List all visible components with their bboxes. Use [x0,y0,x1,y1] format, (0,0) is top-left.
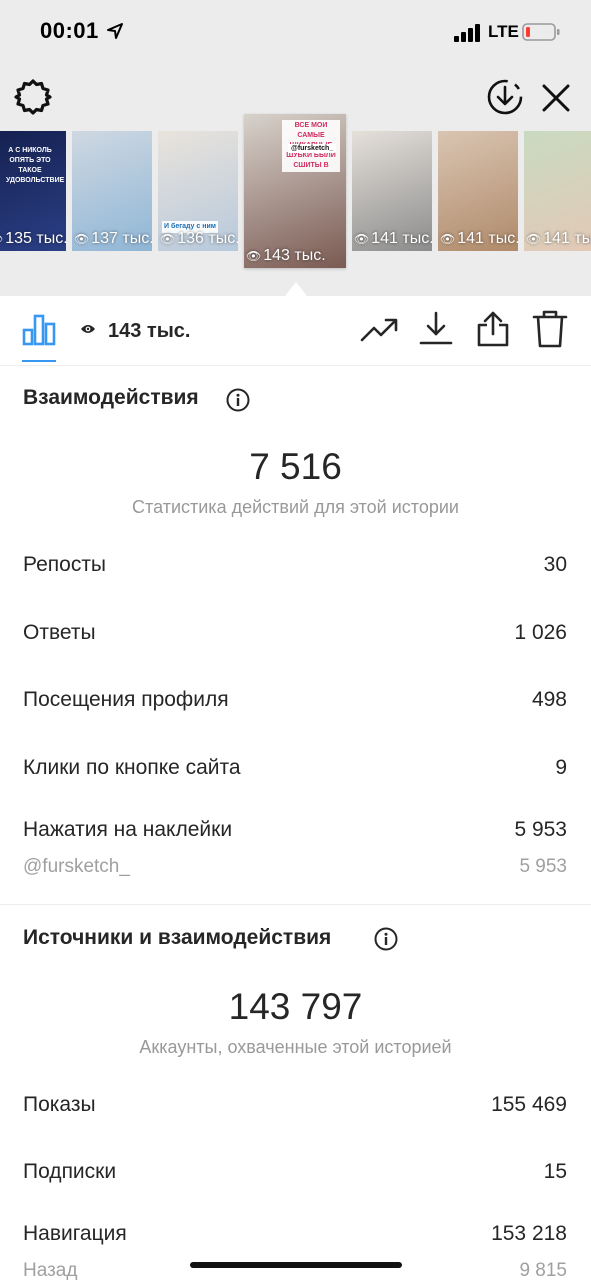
story-view-count-text: 137 тыс. [91,230,152,247]
accounts-reached-total: 143 797 [228,986,363,1027]
eye-icon: 👁 [246,249,262,263]
eye-icon: 👁 [0,232,3,246]
settings-gear-icon[interactable] [14,78,52,116]
follows-label: Подписки [23,1160,117,1183]
network-type-label: LTE [488,22,519,41]
story-view-count: 👁141 тыс. [354,230,432,248]
eye-icon: 👁 [526,232,542,246]
profile-visits-label: Посещения профиля [23,688,229,711]
status-time: 00:01 [40,18,99,43]
discovery-title: Источники и взаимодействия [23,926,332,949]
impressions-label: Показы [23,1093,96,1116]
story-view-count-text: 135 тыс. [5,230,66,247]
location-arrow-icon [107,23,123,39]
story-view-count: 👁 137 тыс. [74,230,152,248]
insights-toolbar: 143 тыс. [0,296,591,366]
story-view-count: 👁141 тыс. [526,230,591,248]
story-view-count-text: 136 тыс. [177,230,238,247]
eye-icon: 👁 [440,232,456,246]
story-thumbnail[interactable]: И бегаду с ним 👁 136 тыс. [158,131,238,251]
website-clicks-label: Клики по кнопке сайта [23,756,241,779]
story-overlay-text: А С НИКОЛЬ ОПЯТЬ ЭТО ТАКОЕ УДОВОЛЬСТВИЕ [6,147,65,184]
story-thumbnail-active[interactable]: ВСЕ МОИ САМЫЕ ШИКАРНЫЕ ШУБКИ БЫЛИ СШИТЫ … [244,114,346,268]
interactions-total: 7 516 [249,446,342,487]
navigation-label: Навигация [23,1222,127,1245]
profile-visits-value: 498 [531,688,567,711]
bar-chart-icon[interactable] [22,312,56,346]
story-view-count: 👁 143 тыс. [246,247,326,265]
sticker-mention-value: 5 953 [519,856,567,877]
story-thumbnail[interactable]: 👁141 тыс. [524,131,591,251]
eye-icon [81,325,95,333]
active-tab-indicator [22,360,56,362]
info-icon[interactable] [226,388,250,412]
download-circle-icon[interactable] [486,78,524,116]
follows-value: 15 [543,1160,567,1183]
eye-icon: 👁 [160,232,176,246]
back-label: Назад [23,1260,78,1280]
download-icon[interactable] [418,310,454,346]
section-divider [0,904,591,905]
story-mention-sticker: @fursketch_ [288,144,337,153]
story-thumbnail[interactable]: 👁141 тыс. [438,131,518,251]
navigation-value: 153 218 [491,1222,567,1245]
eye-icon: 👁 [354,232,370,246]
story-view-count-text: 141 тыс. [371,230,432,247]
close-icon[interactable] [540,82,572,114]
story-view-count-text: 143 тыс. [263,247,326,264]
trending-up-icon[interactable] [360,314,398,344]
eye-icon: 👁 [74,232,90,246]
impressions-value: 155 469 [491,1093,567,1116]
interactions-title: Взаимодействия [23,386,199,409]
interactions-caption: Статистика действий для этой истории [132,497,459,517]
active-story-pointer [285,282,307,296]
sticker-taps-value: 5 953 [514,818,567,841]
story-thumbnail[interactable]: А С НИКОЛЬ ОПЯТЬ ЭТО ТАКОЕ УДОВОЛЬСТВИЕ 👁… [0,131,66,251]
views-count: 143 тыс. [108,320,191,342]
story-view-count-text: 141 тыс. [457,230,518,247]
story-view-count: 👁141 тыс. [440,230,518,248]
status-bar: 00:01 LTE [0,0,591,66]
sticker-mention-label[interactable]: @fursketch_ [23,856,130,878]
story-thumbnail[interactable]: 👁 137 тыс. [72,131,152,251]
home-indicator [190,1262,402,1268]
battery-low-icon [522,23,560,41]
back-value: 9 815 [519,1260,567,1280]
sticker-taps-label: Нажатия на наклейки [23,818,233,841]
cellular-signal-icon [454,24,480,42]
info-icon[interactable] [374,927,398,951]
story-view-count-text: 141 тыс. [543,230,591,247]
story-view-count: 👁135 тыс. [0,230,66,248]
accounts-reached-caption: Аккаунты, охваченные этой историей [139,1037,452,1057]
story-view-count: 👁 136 тыс. [160,230,238,248]
reposts-value: 30 [543,553,567,576]
replies-label: Ответы [23,621,96,644]
share-icon[interactable] [474,310,512,348]
trash-icon[interactable] [532,310,568,348]
website-clicks-value: 9 [555,756,567,779]
replies-value: 1 026 [514,621,567,644]
story-thumbnail[interactable]: 👁141 тыс. [352,131,432,251]
reposts-label: Репосты [23,553,107,576]
